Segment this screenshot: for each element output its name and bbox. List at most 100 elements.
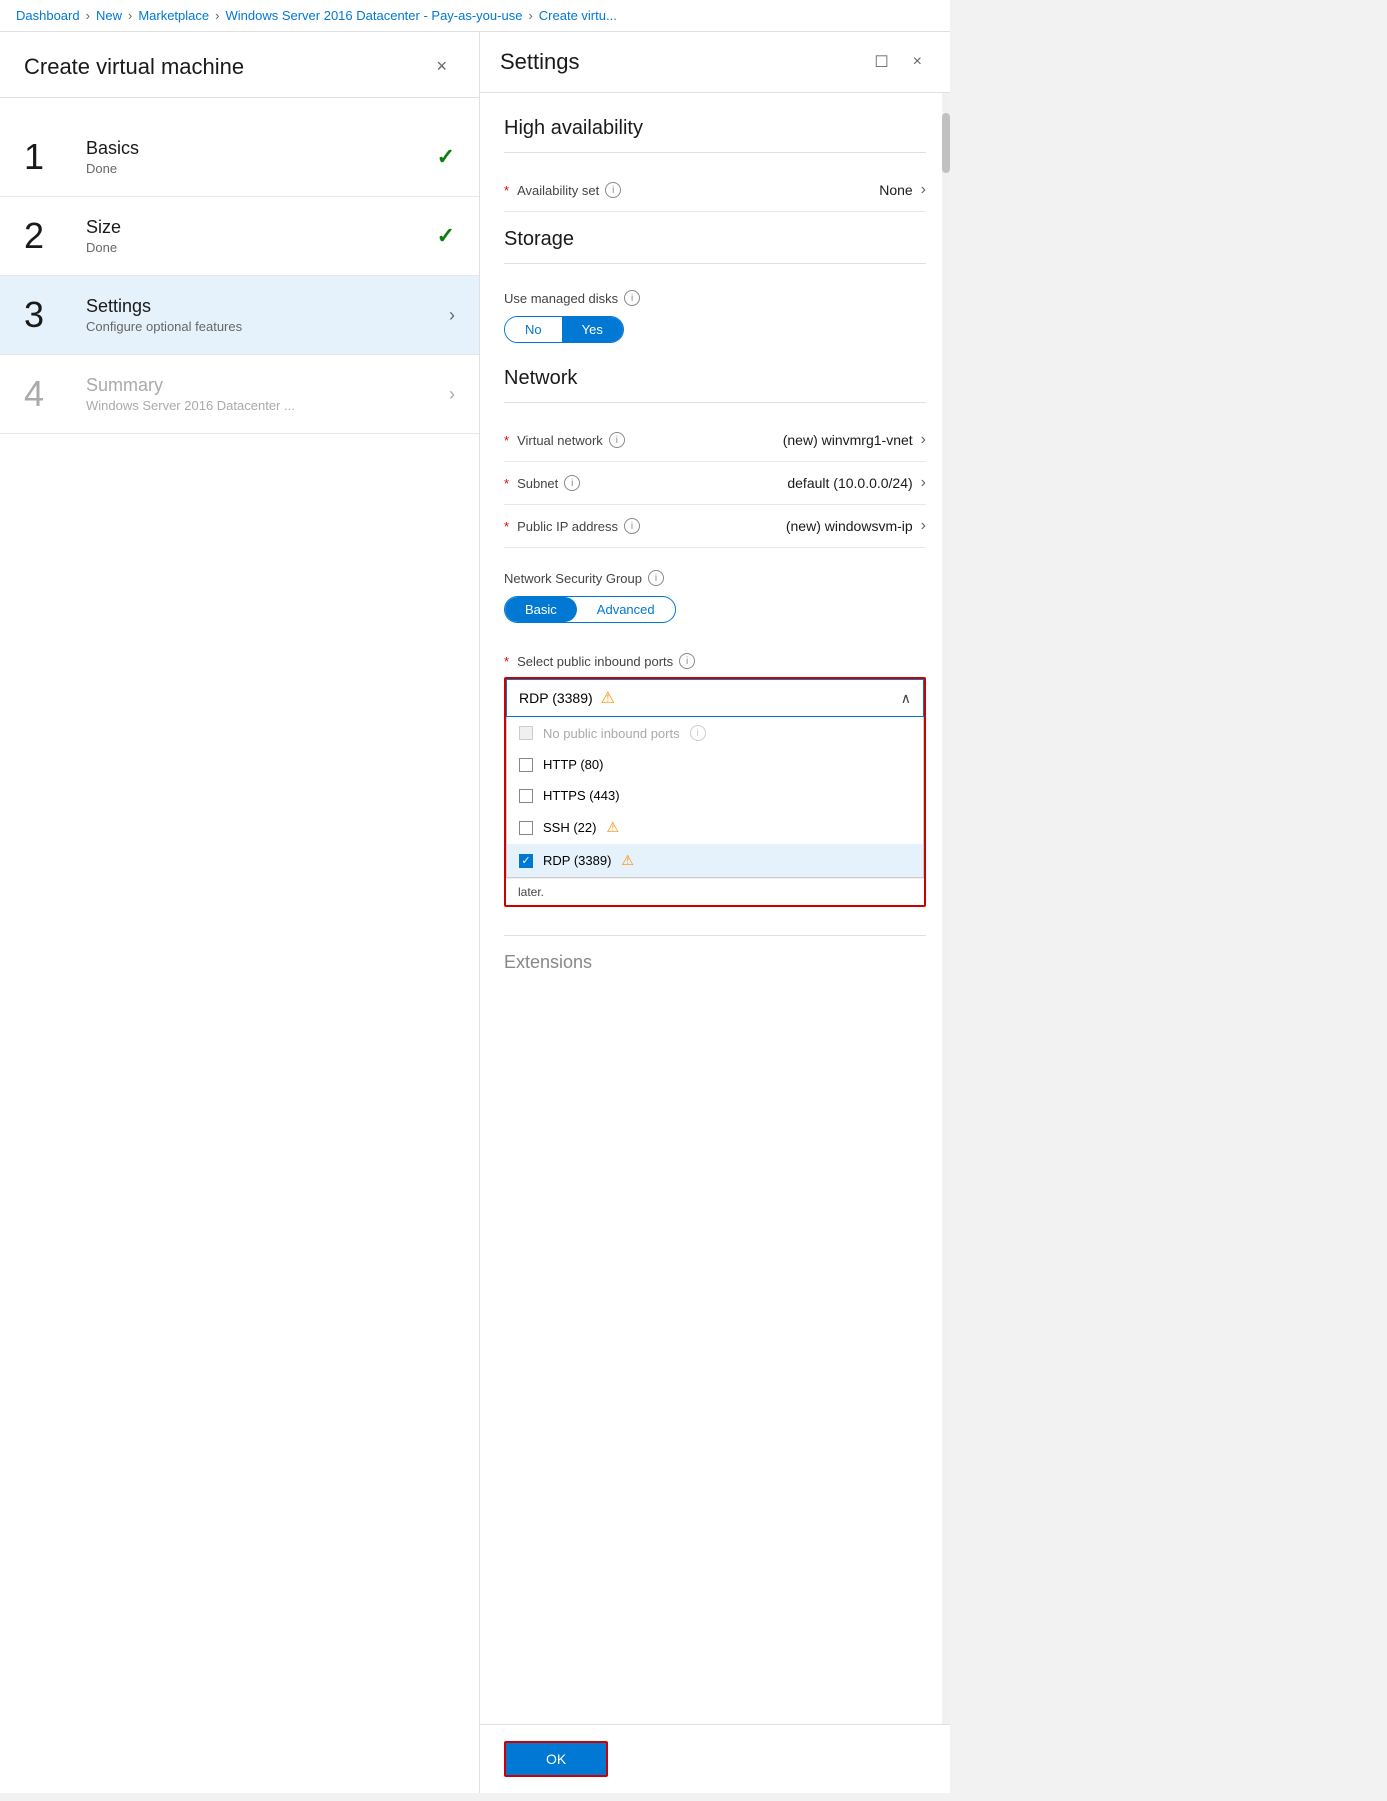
nsg-info-icon[interactable]: i [648,570,664,586]
availability-set-field[interactable]: * Availability set i None › [504,169,926,212]
step-4-arrow-icon: › [449,384,455,405]
step-4-summary[interactable]: 4 Summary Windows Server 2016 Datacenter… [0,355,479,434]
inbound-ports-chevron-icon: ∧ [901,690,911,707]
virtual-network-info-icon[interactable]: i [609,432,625,448]
header-buttons: ☐ × [866,48,930,76]
step-4-subtitle: Windows Server 2016 Datacenter ... [86,398,441,413]
subnet-info-icon[interactable]: i [564,475,580,491]
virtual-network-arrow-icon: › [921,431,926,449]
availability-set-value[interactable]: None › [879,181,926,199]
nsg-advanced-option[interactable]: Advanced [577,597,675,622]
subnet-value[interactable]: default (10.0.0.0/24) › [787,474,926,492]
public-ip-field[interactable]: * Public IP address i (new) windowsvm-ip… [504,505,926,548]
breadcrumb-product[interactable]: Windows Server 2016 Datacenter - Pay-as-… [225,8,522,23]
managed-disks-no-option[interactable]: No [505,317,562,342]
breadcrumb-create[interactable]: Create virtu... [539,8,617,23]
checkbox-none[interactable] [519,726,533,740]
step-2-title: Size [86,217,437,238]
wizard-steps: 1 Basics Done ✓ 2 Size Done ✓ 3 [0,98,479,1793]
step-2-number: 2 [24,218,74,254]
subnet-field[interactable]: * Subnet i default (10.0.0.0/24) › [504,462,926,505]
step-3-title: Settings [86,296,441,317]
network-section: Network * Virtual network i (new) winvmr… [504,367,926,985]
ok-button[interactable]: OK [504,1741,608,1777]
checkbox-ssh[interactable] [519,821,533,835]
breadcrumb: Dashboard › New › Marketplace › Windows … [0,0,950,32]
inbound-ports-info-icon[interactable]: i [679,653,695,669]
managed-disks-toggle[interactable]: No Yes [504,316,624,343]
dropdown-item-none[interactable]: No public inbound ports i [507,717,923,749]
left-panel: Create virtual machine × 1 Basics Done ✓… [0,32,480,1793]
inbound-ports-dropdown-header[interactable]: RDP (3389) ⚠ ∧ [506,679,924,717]
dropdown-none-info-icon[interactable]: i [690,725,706,741]
step-3-arrow-icon: › [449,305,455,326]
maximize-button[interactable]: ☐ [866,48,896,76]
public-ip-info-icon[interactable]: i [624,518,640,534]
step-3-settings[interactable]: 3 Settings Configure optional features › [0,276,479,355]
dropdown-item-http[interactable]: HTTP (80) [507,749,923,780]
step-4-number: 4 [24,376,74,412]
extension-section: Extensions [504,907,926,985]
availability-set-info-icon[interactable]: i [605,182,621,198]
step-1-basics[interactable]: 1 Basics Done ✓ [0,118,479,197]
managed-disks-info-icon[interactable]: i [624,290,640,306]
dropdown-item-https[interactable]: HTTPS (443) [507,780,923,811]
step-1-subtitle: Done [86,161,437,176]
right-panel: Settings ☐ × High availability * Availab… [480,32,950,1793]
required-indicator: * [504,183,509,198]
breadcrumb-marketplace[interactable]: Marketplace [138,8,209,23]
settings-close-button[interactable]: × [905,49,930,75]
step-2-checkmark-icon: ✓ [437,223,455,249]
step-2-subtitle: Done [86,240,437,255]
public-ip-value[interactable]: (new) windowsvm-ip › [786,517,926,535]
nsg-label: Network Security Group i [504,570,926,586]
step-1-checkmark-icon: ✓ [437,144,455,170]
step-4-content: Summary Windows Server 2016 Datacenter .… [86,375,441,413]
dropdown-item-ssh[interactable]: SSH (22) ⚠ [507,811,923,844]
settings-title: Settings [500,49,580,75]
high-availability-section: High availability * Availability set i N… [504,117,926,212]
settings-header: Settings ☐ × [480,32,950,93]
checkbox-rdp[interactable]: ✓ [519,854,533,868]
public-ip-arrow-icon: › [921,517,926,535]
scrollbar-track[interactable] [942,93,950,1724]
network-divider [504,402,926,403]
panel-header: Create virtual machine × [0,32,479,98]
nsg-basic-option[interactable]: Basic [505,597,577,622]
inbound-ports-dropdown-container: RDP (3389) ⚠ ∧ No public inbound ports [504,677,926,907]
checkbox-https[interactable] [519,789,533,803]
storage-section: Storage Use managed disks i No Yes [504,228,926,359]
rdp-warning-icon: ⚠ [621,852,634,869]
availability-set-arrow-icon: › [921,181,926,199]
step-2-size[interactable]: 2 Size Done ✓ [0,197,479,276]
breadcrumb-new[interactable]: New [96,8,122,23]
ssh-warning-icon: ⚠ [606,819,619,836]
managed-disks-label: Use managed disks i [504,290,926,306]
dropdown-footer-note: later. [506,878,924,905]
network-heading: Network [504,367,926,390]
nsg-toggle[interactable]: Basic Advanced [504,596,676,623]
breadcrumb-dashboard[interactable]: Dashboard [16,8,80,23]
step-4-title: Summary [86,375,441,396]
inbound-ports-label: * Select public inbound ports i [504,653,926,669]
nsg-field: Network Security Group i Basic Advanced [504,560,926,639]
inbound-ports-dropdown-list: No public inbound ports i HTTP (80) [506,717,924,878]
subnet-arrow-icon: › [921,474,926,492]
dropdown-item-rdp[interactable]: ✓ RDP (3389) ⚠ [507,844,923,877]
high-availability-divider [504,152,926,153]
step-2-content: Size Done [86,217,437,255]
managed-disks-yes-option[interactable]: Yes [562,317,623,342]
step-3-content: Settings Configure optional features [86,296,441,334]
step-1-content: Basics Done [86,138,437,176]
virtual-network-value[interactable]: (new) winvmrg1-vnet › [783,431,926,449]
availability-set-label: * Availability set i [504,182,621,198]
checkbox-http[interactable] [519,758,533,772]
panel-title: Create virtual machine [24,54,244,80]
managed-disks-field: Use managed disks i No Yes [504,280,926,359]
virtual-network-field[interactable]: * Virtual network i (new) winvmrg1-vnet … [504,419,926,462]
scrollbar-thumb[interactable] [942,113,950,173]
left-panel-close-button[interactable]: × [428,52,455,81]
high-availability-heading: High availability [504,117,926,140]
inbound-ports-warning-icon: ⚠ [601,688,615,708]
settings-content: High availability * Availability set i N… [480,93,950,1724]
